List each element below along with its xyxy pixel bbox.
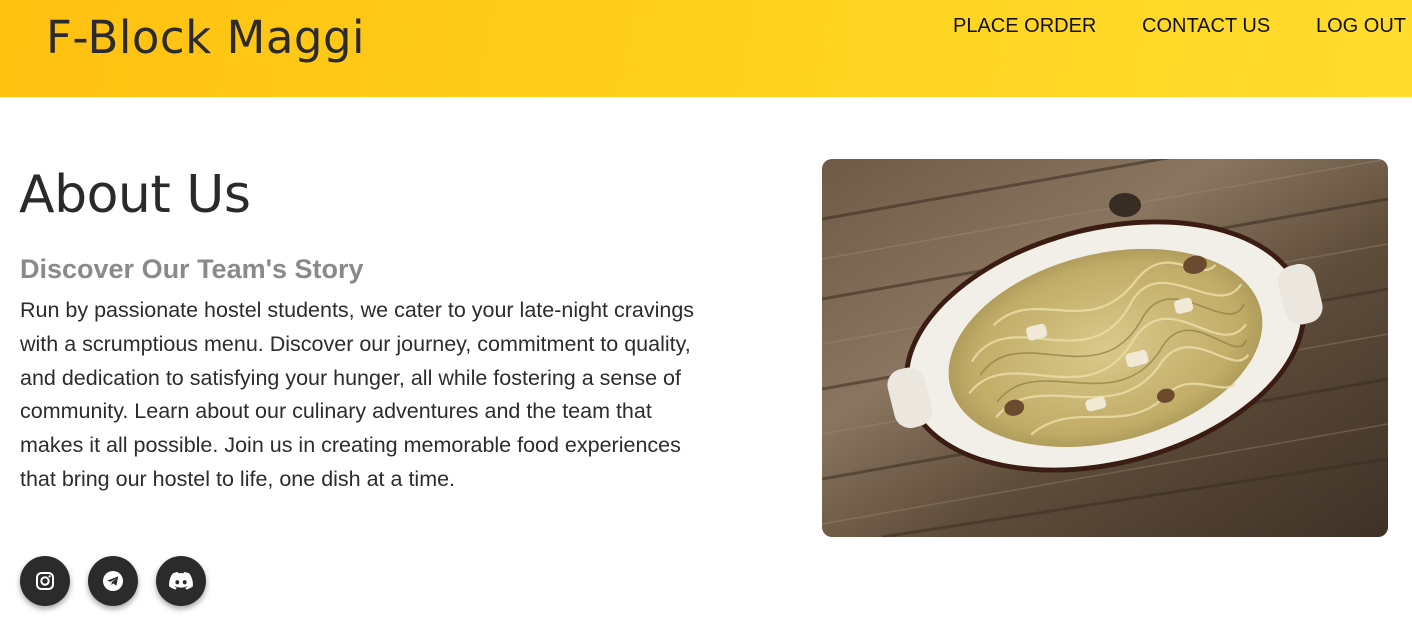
about-story-text: Run by passionate hostel students, we ca… <box>20 298 695 491</box>
nav-contact-us[interactable]: CONTACT US <box>1142 14 1270 38</box>
discord-button[interactable] <box>156 556 206 606</box>
instagram-button[interactable] <box>20 556 70 606</box>
telegram-button[interactable] <box>88 556 138 606</box>
instagram-icon <box>35 571 55 591</box>
pasta-dish-photo <box>822 159 1388 537</box>
nav-place-order[interactable]: PLACE ORDER <box>953 14 1096 38</box>
page-title: About Us <box>19 165 251 225</box>
section-subtitle: Discover Our Team's Story <box>20 254 364 284</box>
nav-log-out[interactable]: LOG OUT <box>1316 14 1406 38</box>
brand-logo[interactable]: F-Block Maggi <box>46 8 365 68</box>
discord-icon <box>168 571 194 591</box>
site-header: F-Block Maggi PLACE ORDER CONTACT US LOG… <box>0 0 1412 97</box>
telegram-icon <box>102 570 124 592</box>
